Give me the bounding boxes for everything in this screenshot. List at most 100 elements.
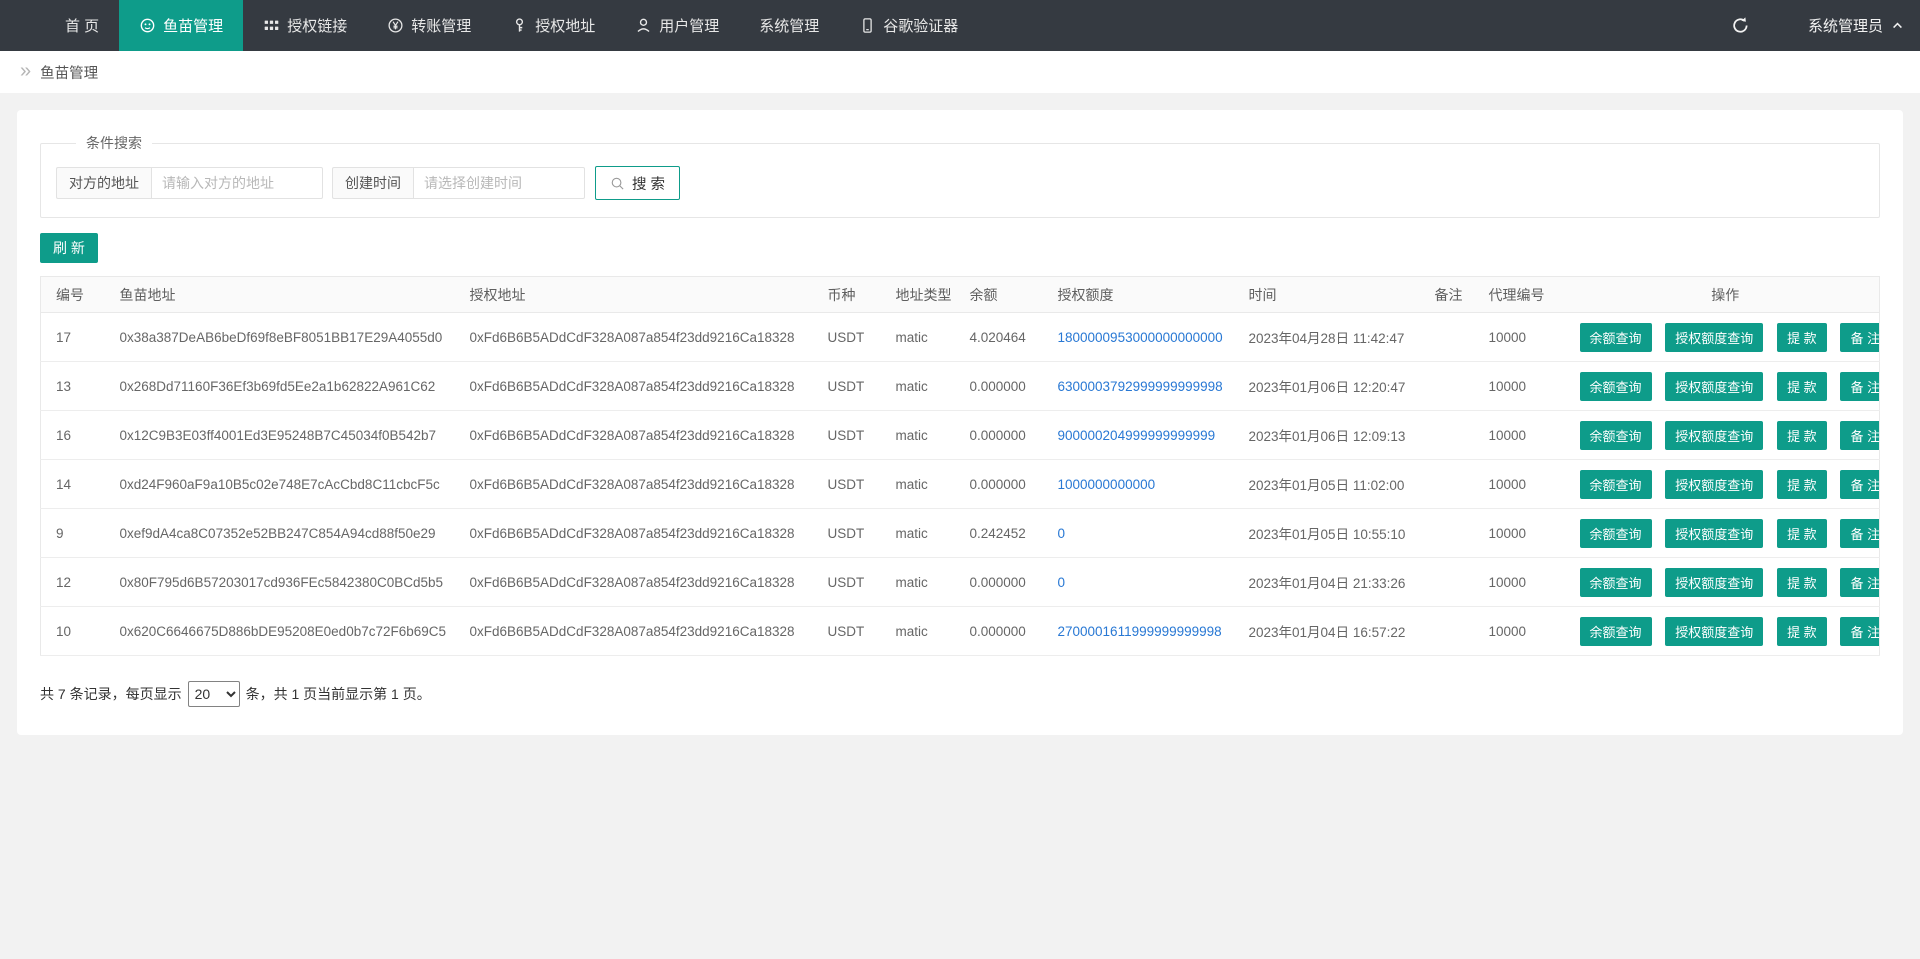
- cell-agent-id: 10000: [1474, 607, 1572, 656]
- nav-item-label: 系统管理: [759, 15, 819, 36]
- quota-query-button[interactable]: 授权额度查询: [1665, 372, 1763, 401]
- nav-item-system-management[interactable]: 系统管理: [739, 0, 839, 51]
- nav-item-fry-management[interactable]: 鱼苗管理: [119, 0, 243, 51]
- withdraw-button[interactable]: 提 款: [1777, 617, 1827, 646]
- nav-item-transfer-management[interactable]: 转账管理: [367, 0, 491, 51]
- quota-query-button[interactable]: 授权额度查询: [1665, 568, 1763, 597]
- withdraw-button[interactable]: 提 款: [1777, 519, 1827, 548]
- column-header: 操作: [1572, 277, 1880, 313]
- refresh-icon[interactable]: [1731, 16, 1750, 35]
- cell-quota-link[interactable]: 0: [1043, 509, 1234, 558]
- remark-button[interactable]: 备 注: [1840, 470, 1879, 499]
- cell-id: 17: [41, 313, 105, 362]
- cell-id: 12: [41, 558, 105, 607]
- table-row: 17 0x38a387DeAB6beDf69f8eBF8051BB17E29A4…: [41, 313, 1880, 362]
- cell-address-type: matic: [881, 460, 955, 509]
- fry-table: 编号鱼苗地址授权地址币种地址类型余额授权额度时间备注代理编号操作 17 0x38…: [40, 276, 1880, 656]
- cell-quota-link[interactable]: 6300003792999999999998: [1043, 362, 1234, 411]
- cell-quota-link[interactable]: 0: [1043, 558, 1234, 607]
- cell-remark: [1420, 362, 1474, 411]
- quota-query-button[interactable]: 授权额度查询: [1665, 323, 1763, 352]
- cell-fry-address: 0x268Dd71160F36Ef3b69fd5Ee2a1b62822A961C…: [105, 362, 455, 411]
- yen-circle-icon: [387, 17, 404, 34]
- nav-item-auth-address[interactable]: 授权地址: [491, 0, 615, 51]
- nav-item-google-authenticator[interactable]: 谷歌验证器: [839, 0, 978, 51]
- cell-fry-address: 0x80F795d6B57203017cd936FEc5842380C0BCd5…: [105, 558, 455, 607]
- remark-button[interactable]: 备 注: [1840, 568, 1879, 597]
- remark-button[interactable]: 备 注: [1840, 323, 1879, 352]
- time-input-group: 创建时间: [332, 167, 585, 199]
- quota-query-button[interactable]: 授权额度查询: [1665, 617, 1763, 646]
- admin-name: 系统管理员: [1808, 15, 1883, 36]
- balance-query-button[interactable]: 余额查询: [1580, 372, 1652, 401]
- cell-balance: 0.000000: [955, 460, 1043, 509]
- cell-agent-id: 10000: [1474, 411, 1572, 460]
- quota-query-button[interactable]: 授权额度查询: [1665, 519, 1763, 548]
- cell-time: 2023年01月05日 11:02:00: [1234, 460, 1420, 509]
- search-legend: 条件搜索: [76, 133, 152, 153]
- cell-balance: 0.242452: [955, 509, 1043, 558]
- cell-currency: USDT: [813, 558, 881, 607]
- balance-query-button[interactable]: 余额查询: [1580, 568, 1652, 597]
- nav-item-label: 转账管理: [411, 15, 471, 36]
- column-header: 鱼苗地址: [105, 277, 455, 313]
- cell-id: 10: [41, 607, 105, 656]
- cell-auth-address: 0xFd6B6B5ADdCdF328A087a854f23dd9216Ca183…: [455, 607, 813, 656]
- cell-quota-link[interactable]: 1800000953000000000000: [1043, 313, 1234, 362]
- nav-item-label: 谷歌验证器: [883, 15, 958, 36]
- phone-icon: [859, 17, 876, 34]
- refresh-button[interactable]: 刷 新: [40, 233, 98, 263]
- balance-query-button[interactable]: 余额查询: [1580, 519, 1652, 548]
- cell-currency: USDT: [813, 607, 881, 656]
- balance-query-button[interactable]: 余额查询: [1580, 617, 1652, 646]
- cell-currency: USDT: [813, 460, 881, 509]
- content-card: 条件搜索 对方的地址 创建时间 搜 索 刷 新: [17, 110, 1903, 735]
- column-header: 时间: [1234, 277, 1420, 313]
- cell-quota-link[interactable]: 2700001611999999999998: [1043, 607, 1234, 656]
- nav-item-home[interactable]: 首 页: [45, 0, 119, 51]
- nav-item-user-management[interactable]: 用户管理: [615, 0, 739, 51]
- search-button[interactable]: 搜 索: [595, 166, 680, 200]
- remark-button[interactable]: 备 注: [1840, 617, 1879, 646]
- withdraw-button[interactable]: 提 款: [1777, 568, 1827, 597]
- balance-query-button[interactable]: 余额查询: [1580, 421, 1652, 450]
- withdraw-button[interactable]: 提 款: [1777, 372, 1827, 401]
- withdraw-button[interactable]: 提 款: [1777, 323, 1827, 352]
- breadcrumb-chevrons-icon: »: [20, 61, 31, 81]
- address-input[interactable]: [151, 167, 323, 199]
- cell-address-type: matic: [881, 509, 955, 558]
- withdraw-button[interactable]: 提 款: [1777, 470, 1827, 499]
- balance-query-button[interactable]: 余额查询: [1580, 470, 1652, 499]
- cell-quota-link[interactable]: 1000000000000: [1043, 460, 1234, 509]
- cell-auth-address: 0xFd6B6B5ADdCdF328A087a854f23dd9216Ca183…: [455, 509, 813, 558]
- table-row: 9 0xef9dA4ca8C07352e52BB247C854A94cd88f5…: [41, 509, 1880, 558]
- remark-button[interactable]: 备 注: [1840, 372, 1879, 401]
- cell-auth-address: 0xFd6B6B5ADdCdF328A087a854f23dd9216Ca183…: [455, 558, 813, 607]
- cell-currency: USDT: [813, 411, 881, 460]
- nav-item-auth-link[interactable]: 授权链接: [243, 0, 367, 51]
- quota-query-button[interactable]: 授权额度查询: [1665, 421, 1763, 450]
- remark-button[interactable]: 备 注: [1840, 519, 1879, 548]
- withdraw-button[interactable]: 提 款: [1777, 421, 1827, 450]
- balance-query-button[interactable]: 余额查询: [1580, 323, 1652, 352]
- admin-menu[interactable]: 系统管理员: [1808, 15, 1904, 36]
- table-row: 13 0x268Dd71160F36Ef3b69fd5Ee2a1b62822A9…: [41, 362, 1880, 411]
- cell-quota-link[interactable]: 900000204999999999999: [1043, 411, 1234, 460]
- cell-actions: 余额查询 授权额度查询 提 款 备 注: [1572, 313, 1880, 362]
- cell-agent-id: 10000: [1474, 460, 1572, 509]
- top-nav: 首 页鱼苗管理授权链接 转账管理授权地址用户管理系统管理 谷歌验证器 系统管理员: [0, 0, 1920, 51]
- cell-agent-id: 10000: [1474, 558, 1572, 607]
- cell-remark: [1420, 411, 1474, 460]
- cell-remark: [1420, 558, 1474, 607]
- cell-actions: 余额查询 授权额度查询 提 款 备 注: [1572, 509, 1880, 558]
- key-icon: [511, 17, 528, 34]
- cell-auth-address: 0xFd6B6B5ADdCdF328A087a854f23dd9216Ca183…: [455, 362, 813, 411]
- address-label: 对方的地址: [56, 167, 151, 199]
- cell-address-type: matic: [881, 558, 955, 607]
- remark-button[interactable]: 备 注: [1840, 421, 1879, 450]
- page-size-select[interactable]: 20: [188, 681, 240, 707]
- column-header: 编号: [41, 277, 105, 313]
- quota-query-button[interactable]: 授权额度查询: [1665, 470, 1763, 499]
- cell-remark: [1420, 509, 1474, 558]
- time-input[interactable]: [413, 167, 585, 199]
